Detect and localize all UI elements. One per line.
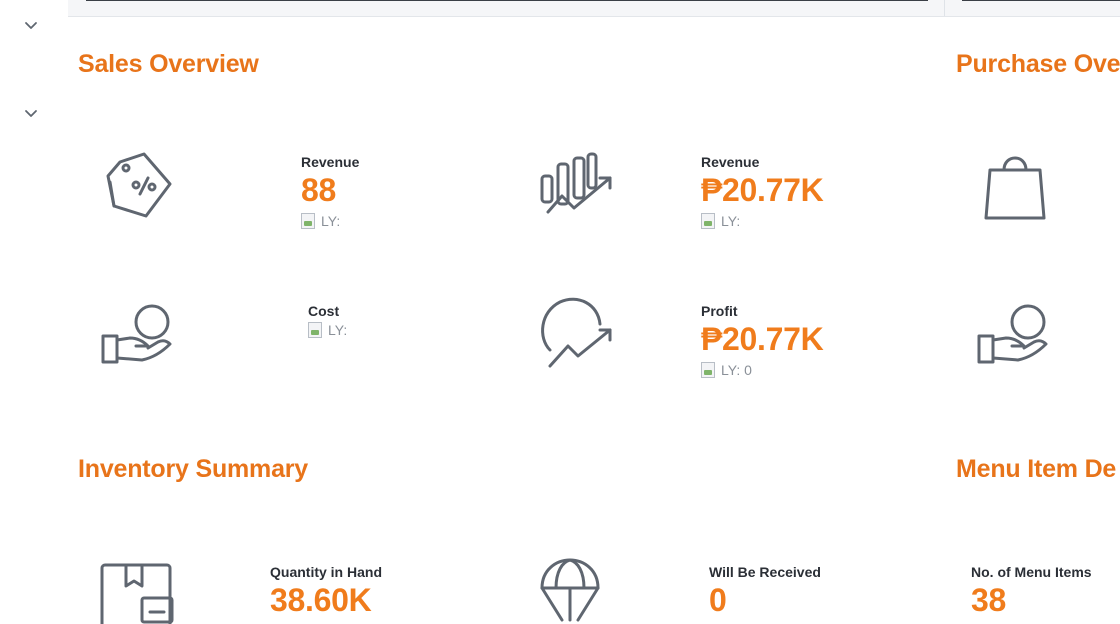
sales-overview-title: Sales Overview <box>78 50 259 78</box>
profit-value: ₱20.77K <box>701 321 824 357</box>
revenue-count-label: Revenue <box>301 154 360 170</box>
chevron-down-icon[interactable] <box>24 107 38 121</box>
purchase-overview-title: Purchase Ove <box>956 50 1120 78</box>
price-tag-icon <box>100 148 176 224</box>
profit-trend-icon <box>538 296 616 370</box>
top-column-divider <box>944 0 945 16</box>
will-be-received-label: Will Be Received <box>709 564 821 580</box>
last-year-label: LY: <box>321 213 341 229</box>
parachute-icon <box>538 558 602 624</box>
revenue-amount-last-year: LY: <box>701 213 740 229</box>
hand-coin-icon <box>100 300 176 366</box>
last-year-label: LY: <box>328 322 348 338</box>
bar-chart-trend-icon <box>538 150 616 222</box>
broken-image-icon <box>308 322 322 338</box>
broken-image-icon <box>301 213 315 229</box>
menu-item-details-title: Menu Item De <box>956 455 1117 483</box>
top-toolbar <box>68 0 1120 17</box>
inventory-summary-title: Inventory Summary <box>78 455 309 483</box>
profit-last-year: LY: 0 <box>701 362 752 378</box>
box-icon <box>100 562 176 624</box>
cost-label: Cost <box>308 303 340 319</box>
chevron-down-icon[interactable] <box>24 19 38 33</box>
top-divider-line <box>86 0 928 1</box>
revenue-amount-label: Revenue <box>701 154 760 170</box>
will-be-received-value: 0 <box>709 582 727 618</box>
quantity-in-hand-label: Quantity in Hand <box>270 564 382 580</box>
last-year-label: LY: 0 <box>721 362 752 378</box>
top-divider-line-right <box>962 0 1120 1</box>
broken-image-icon <box>701 362 715 378</box>
cost-last-year: LY: <box>308 322 347 338</box>
last-year-label: LY: <box>721 213 741 229</box>
menu-items-count-value: 38 <box>971 582 1006 618</box>
menu-items-count-label: No. of Menu Items <box>971 564 1092 580</box>
broken-image-icon <box>701 213 715 229</box>
quantity-in-hand-value: 38.60K <box>270 582 372 618</box>
hand-coin-icon <box>976 300 1052 366</box>
shopping-bag-icon <box>982 148 1048 224</box>
revenue-count-value: 88 <box>301 172 336 208</box>
profit-label: Profit <box>701 303 738 319</box>
revenue-count-last-year: LY: <box>301 213 340 229</box>
revenue-amount-value: ₱20.77K <box>701 172 824 208</box>
